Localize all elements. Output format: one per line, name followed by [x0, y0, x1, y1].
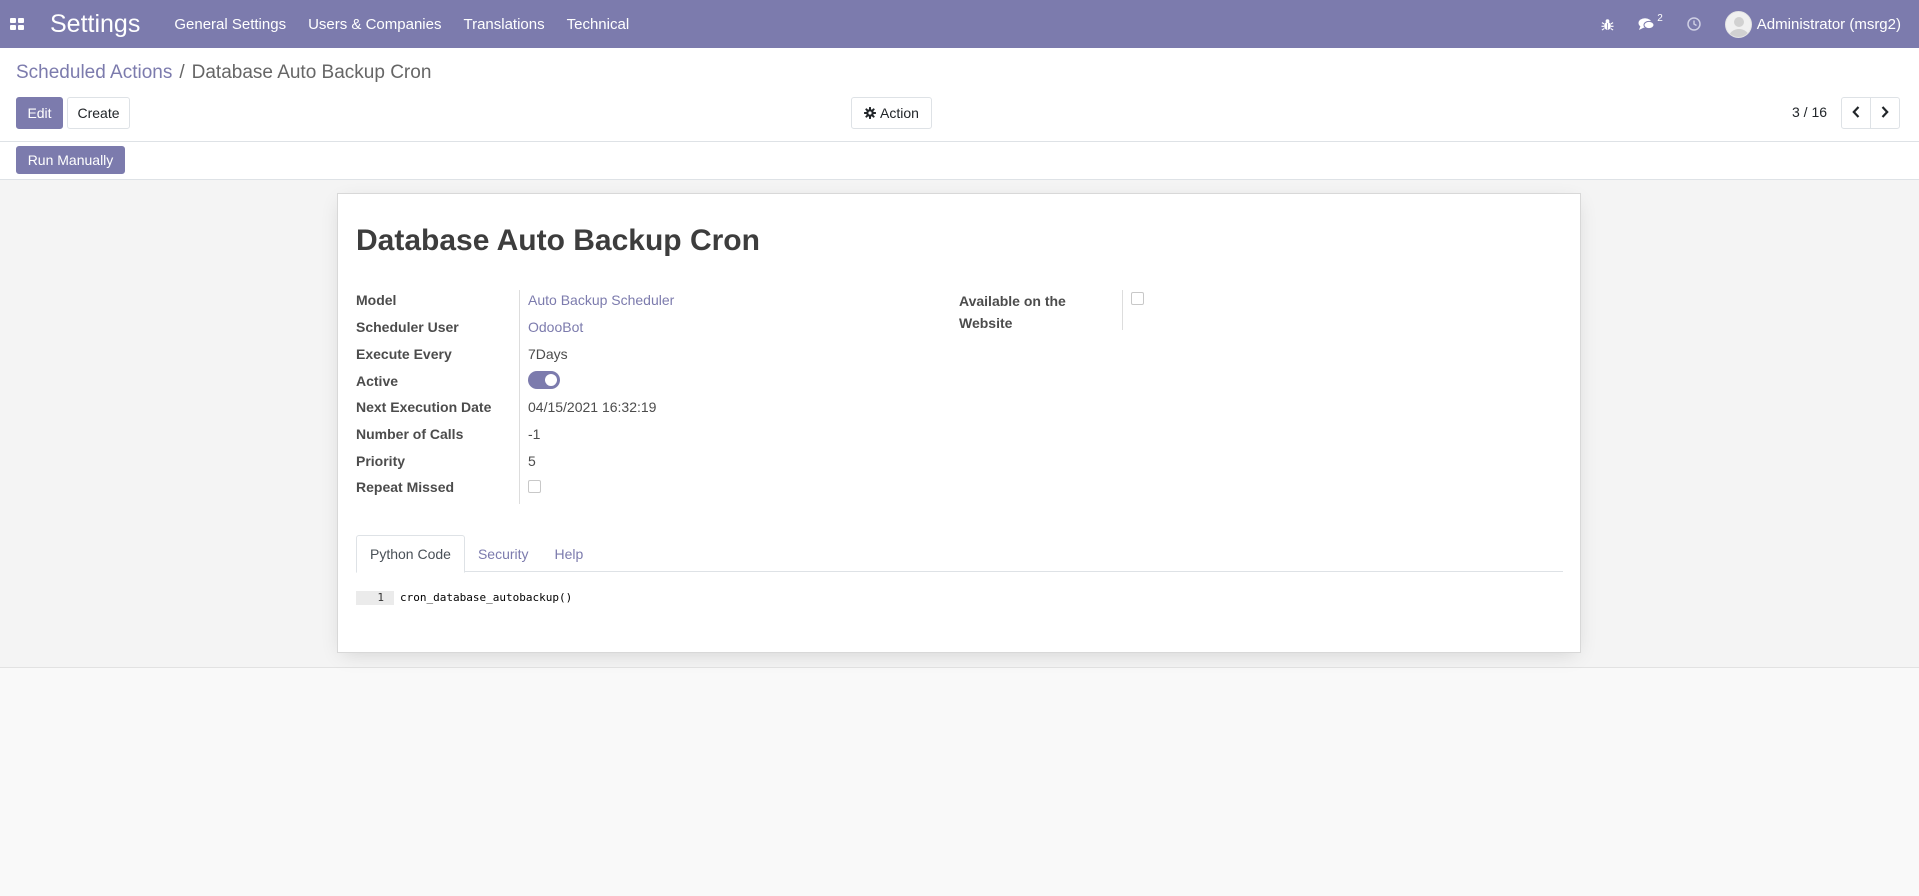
- model-label: Model: [356, 292, 397, 308]
- repeat-missed-label: Repeat Missed: [356, 479, 455, 495]
- activity-clock-icon[interactable]: [1687, 0, 1701, 48]
- chevron-right-icon: [1881, 105, 1889, 121]
- edit-button[interactable]: Edit: [16, 97, 63, 129]
- python-code-editor[interactable]: 1 cron_database_autobackup(): [356, 591, 1563, 605]
- pager-previous-button[interactable]: [1841, 97, 1871, 129]
- active-label: Active: [356, 373, 399, 389]
- breadcrumb-current: Database Auto Backup Cron: [191, 62, 432, 83]
- run-manually-button[interactable]: Run Manually: [16, 146, 125, 174]
- action-label: Action: [880, 105, 919, 121]
- active-toggle[interactable]: [528, 371, 560, 389]
- website-checkbox-wrap: [1131, 292, 1144, 309]
- gear-icon: [864, 107, 877, 119]
- next-execution-date-label: Next Execution Date: [356, 399, 492, 415]
- repeat-missed-checkbox-wrap: [528, 480, 541, 496]
- navbar-systray: 2 Administrator (msrg2): [1601, 0, 1919, 48]
- tab-security[interactable]: Security: [465, 535, 542, 572]
- action-dropdown-button[interactable]: Action: [851, 97, 932, 129]
- control-panel: Scheduled Actions / Database Auto Backup…: [0, 48, 1919, 142]
- available-on-website-label: Available on the Website: [959, 293, 1066, 331]
- scheduler-user-link[interactable]: OdooBot: [528, 319, 583, 335]
- notebook-tabs: Python Code Security Help: [356, 535, 1563, 573]
- tab-help[interactable]: Help: [542, 535, 597, 572]
- debug-bug-icon[interactable]: [1601, 0, 1614, 48]
- messaging-icon[interactable]: 2: [1638, 0, 1663, 48]
- form-statusbar: Run Manually: [0, 142, 1919, 180]
- app-title[interactable]: Settings: [50, 10, 140, 39]
- record-title: Database Auto Backup Cron: [356, 224, 760, 257]
- code-line[interactable]: cron_database_autobackup(): [394, 591, 572, 605]
- execute-every-label: Execute Every: [356, 346, 452, 362]
- create-button[interactable]: Create: [67, 97, 130, 129]
- number-of-calls-value: -1: [528, 426, 541, 442]
- scheduler-user-label: Scheduler User: [356, 319, 459, 335]
- next-execution-date-value: 04/15/2021 16:32:19: [528, 399, 657, 415]
- chevron-left-icon: [1852, 105, 1860, 121]
- menu-technical[interactable]: Technical: [567, 16, 630, 33]
- pager-next-button[interactable]: [1870, 97, 1900, 129]
- user-menu[interactable]: Administrator (msrg2): [1724, 10, 1901, 38]
- menu-translations[interactable]: Translations: [463, 16, 544, 33]
- menu-users-companies[interactable]: Users & Companies: [308, 16, 441, 33]
- model-link[interactable]: Auto Backup Scheduler: [528, 292, 674, 308]
- apps-menu-icon[interactable]: [10, 18, 24, 30]
- menu-general-settings[interactable]: General Settings: [174, 16, 286, 33]
- top-navbar: Settings General Settings Users & Compan…: [0, 0, 1919, 48]
- pager-value[interactable]: 3 / 16: [1792, 104, 1827, 120]
- website-field-separator: [1122, 290, 1123, 330]
- breadcrumb-scheduled-actions[interactable]: Scheduled Actions: [16, 62, 172, 84]
- priority-label: Priority: [356, 453, 406, 469]
- available-on-website-checkbox[interactable]: [1131, 292, 1144, 305]
- user-name: Administrator (msrg2): [1756, 15, 1901, 33]
- avatar: [1724, 10, 1752, 38]
- code-line-number: 1: [356, 591, 394, 605]
- number-of-calls-label: Number of Calls: [356, 426, 464, 442]
- message-count-badge: 2: [1657, 12, 1663, 24]
- tab-python-code[interactable]: Python Code: [356, 535, 465, 573]
- priority-value: 5: [528, 453, 536, 469]
- form-sheet: Database Auto Backup Cron Model Auto Bac…: [337, 193, 1581, 653]
- repeat-missed-checkbox[interactable]: [528, 480, 541, 493]
- breadcrumb: Scheduled Actions / Database Auto Backup…: [16, 62, 431, 84]
- breadcrumb-separator: /: [179, 62, 185, 83]
- execute-every-value: 7Days: [528, 346, 568, 362]
- field-separator: [519, 290, 520, 504]
